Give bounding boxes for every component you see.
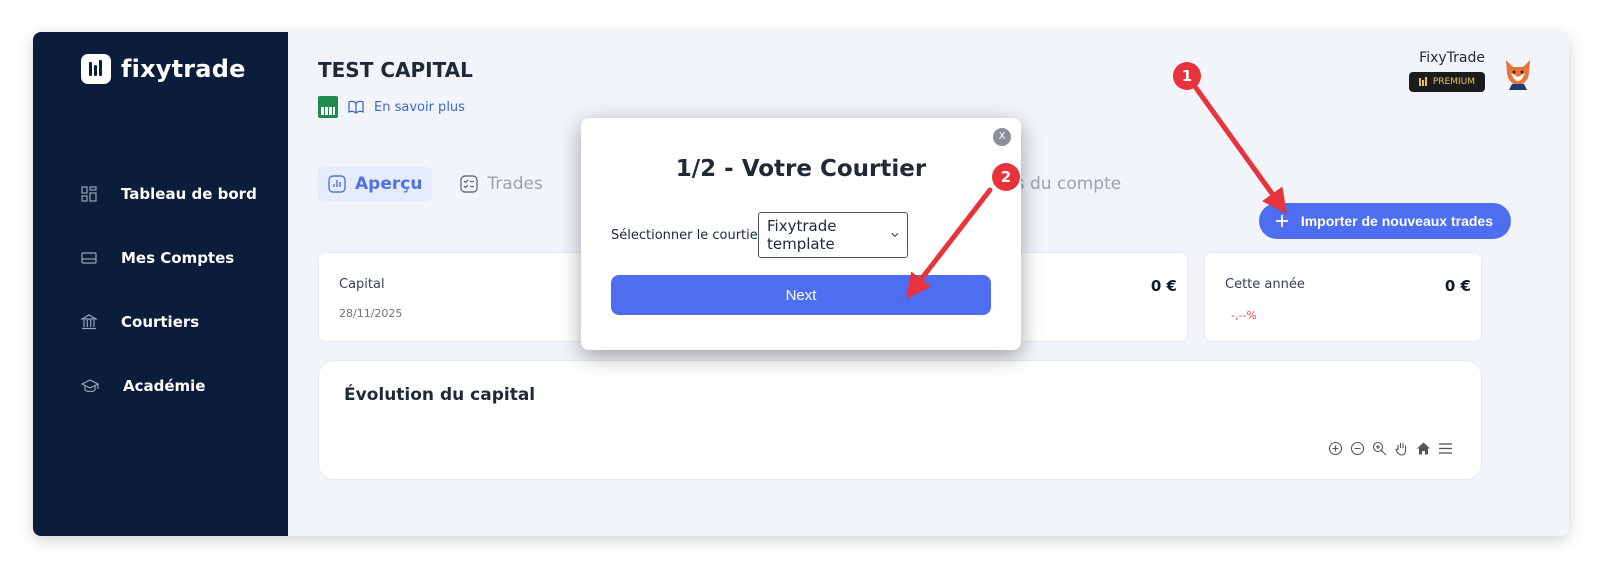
annotation-badge-1: 1 xyxy=(1173,62,1201,90)
modal-title: 1/2 - Votre Courtier xyxy=(675,156,927,182)
candlestick-icon xyxy=(1418,77,1427,86)
sidebar-item-academy[interactable]: Académie xyxy=(81,354,281,418)
user-menu[interactable]: FixyTrade PREMIUM xyxy=(1408,50,1533,92)
this-year-label: Cette année xyxy=(1225,277,1305,292)
page-title: TEST CAPITAL xyxy=(318,58,473,82)
logo-text: fixytrade xyxy=(121,55,246,83)
capital-value: 0 € xyxy=(1150,277,1177,295)
plus-icon xyxy=(1275,215,1288,227)
tab-label: Aperçu xyxy=(355,174,423,194)
import-trades-label: Importer de nouveaux trades xyxy=(1300,213,1493,229)
magnifier-zoom-icon[interactable] xyxy=(1372,441,1387,456)
tab-trades[interactable]: Trades xyxy=(450,166,552,202)
sidebar-nav: Tableau de bord Mes Comptes Courtiers Ac… xyxy=(81,162,281,418)
bank-building-icon xyxy=(81,314,97,330)
broker-selection-modal: X 1/2 - Votre Courtier Sélectionner le c… xyxy=(581,118,1021,350)
sidebar-item-label: Tableau de bord xyxy=(121,185,257,203)
wallet-card-icon xyxy=(81,252,97,264)
chart-toolbar xyxy=(1328,441,1453,456)
broker-select[interactable]: Fixytrade template xyxy=(758,212,908,258)
zoom-in-icon[interactable] xyxy=(1328,441,1343,456)
zoom-out-icon[interactable] xyxy=(1350,441,1365,456)
chevron-down-icon xyxy=(891,232,899,238)
graduation-cap-icon xyxy=(81,379,99,393)
sidebar-item-dashboard[interactable]: Tableau de bord xyxy=(81,162,281,226)
bar-chart-icon xyxy=(328,175,346,193)
user-name: FixyTrade xyxy=(1419,50,1485,66)
next-button[interactable]: Next xyxy=(611,275,991,315)
checklist-icon xyxy=(460,175,479,193)
sidebar-item-label: Courtiers xyxy=(121,313,200,331)
pan-hand-icon[interactable] xyxy=(1394,441,1409,456)
premium-badge: PREMIUM xyxy=(1408,72,1485,92)
learn-more-row: En savoir plus xyxy=(318,96,465,118)
annotation-badge-2: 2 xyxy=(992,163,1020,191)
sidebar-item-accounts[interactable]: Mes Comptes xyxy=(81,226,281,290)
learn-more-link[interactable]: En savoir plus xyxy=(374,100,465,115)
csv-file-icon[interactable] xyxy=(318,96,338,118)
import-trades-button[interactable]: Importer de nouveaux trades xyxy=(1258,203,1511,239)
fox-avatar-icon[interactable] xyxy=(1503,58,1533,90)
chart-title: Évolution du capital xyxy=(344,385,536,405)
tab-overview[interactable]: Aperçu xyxy=(318,166,433,202)
tab-bar: Aperçu Trades xyxy=(318,166,609,202)
sidebar-item-label: Académie xyxy=(123,377,206,395)
user-info: FixyTrade PREMIUM xyxy=(1408,50,1485,92)
this-year-value: 0 € xyxy=(1444,277,1471,295)
logo-icon xyxy=(81,54,111,84)
this-year-percent: -,--% xyxy=(1231,309,1257,322)
this-year-card: Cette année 0 € -,--% xyxy=(1204,252,1482,342)
home-reset-icon[interactable] xyxy=(1416,441,1431,456)
broker-select-label: Sélectionner le courtier: xyxy=(611,228,768,243)
tab-label: Trades xyxy=(487,174,543,194)
close-icon[interactable]: X xyxy=(993,128,1011,146)
logo[interactable]: fixytrade xyxy=(81,54,246,84)
broker-select-value: Fixytrade template xyxy=(767,217,837,253)
capital-label: Capital xyxy=(339,277,385,292)
sidebar-item-brokers[interactable]: Courtiers xyxy=(81,290,281,354)
capital-date: 28/11/2025 xyxy=(339,307,403,320)
book-icon xyxy=(348,100,364,114)
capital-evolution-card: Évolution du capital xyxy=(318,360,1482,480)
sidebar-item-label: Mes Comptes xyxy=(121,249,235,267)
dashboard-grid-icon xyxy=(81,186,97,202)
sidebar: fixytrade Tableau de bord Mes Comptes Co… xyxy=(33,32,288,536)
hamburger-menu-icon[interactable] xyxy=(1438,441,1453,456)
